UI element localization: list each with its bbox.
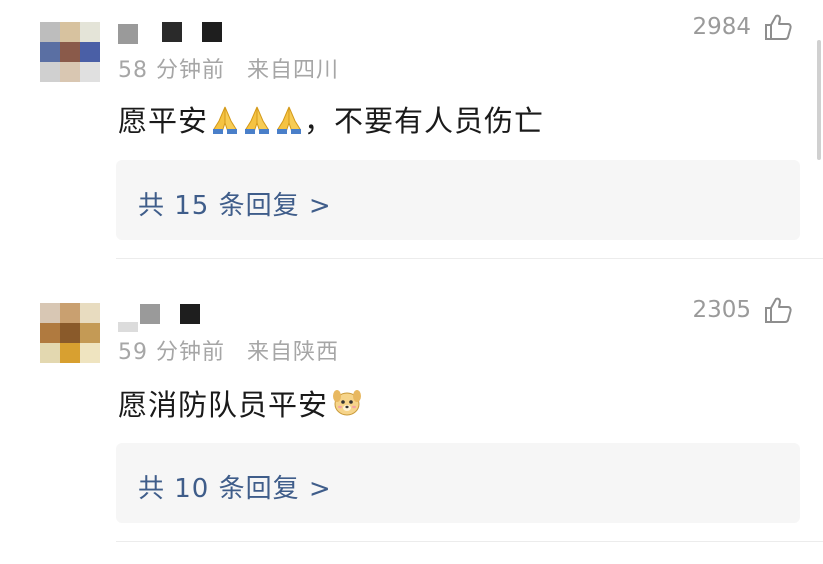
replies-box[interactable]: 共 10 条回复 > bbox=[116, 443, 800, 523]
comment-text: 愿消防队员平安 bbox=[118, 382, 362, 424]
comment-item: 59 分钟前 来自陕西 2305 愿消防队员平安 共 10 条回复 > bbox=[0, 0, 823, 564]
comment-time: 59 分钟前 bbox=[118, 340, 225, 365]
comment-meta: 59 分钟前 来自陕西 bbox=[118, 334, 339, 366]
divider bbox=[116, 541, 823, 542]
username-redacted[interactable] bbox=[118, 304, 228, 332]
thumbs-up-outline-icon[interactable] bbox=[763, 295, 793, 325]
comment-text-before: 愿消防队员平安 bbox=[118, 388, 329, 422]
avatar[interactable] bbox=[40, 303, 100, 363]
dog-face-icon bbox=[333, 390, 362, 416]
comment-location: 来自陕西 bbox=[247, 340, 340, 365]
view-replies-link[interactable]: 共 10 条回复 > bbox=[138, 468, 332, 505]
like-count: 2305 bbox=[692, 297, 751, 323]
scrollbar[interactable] bbox=[817, 40, 821, 160]
